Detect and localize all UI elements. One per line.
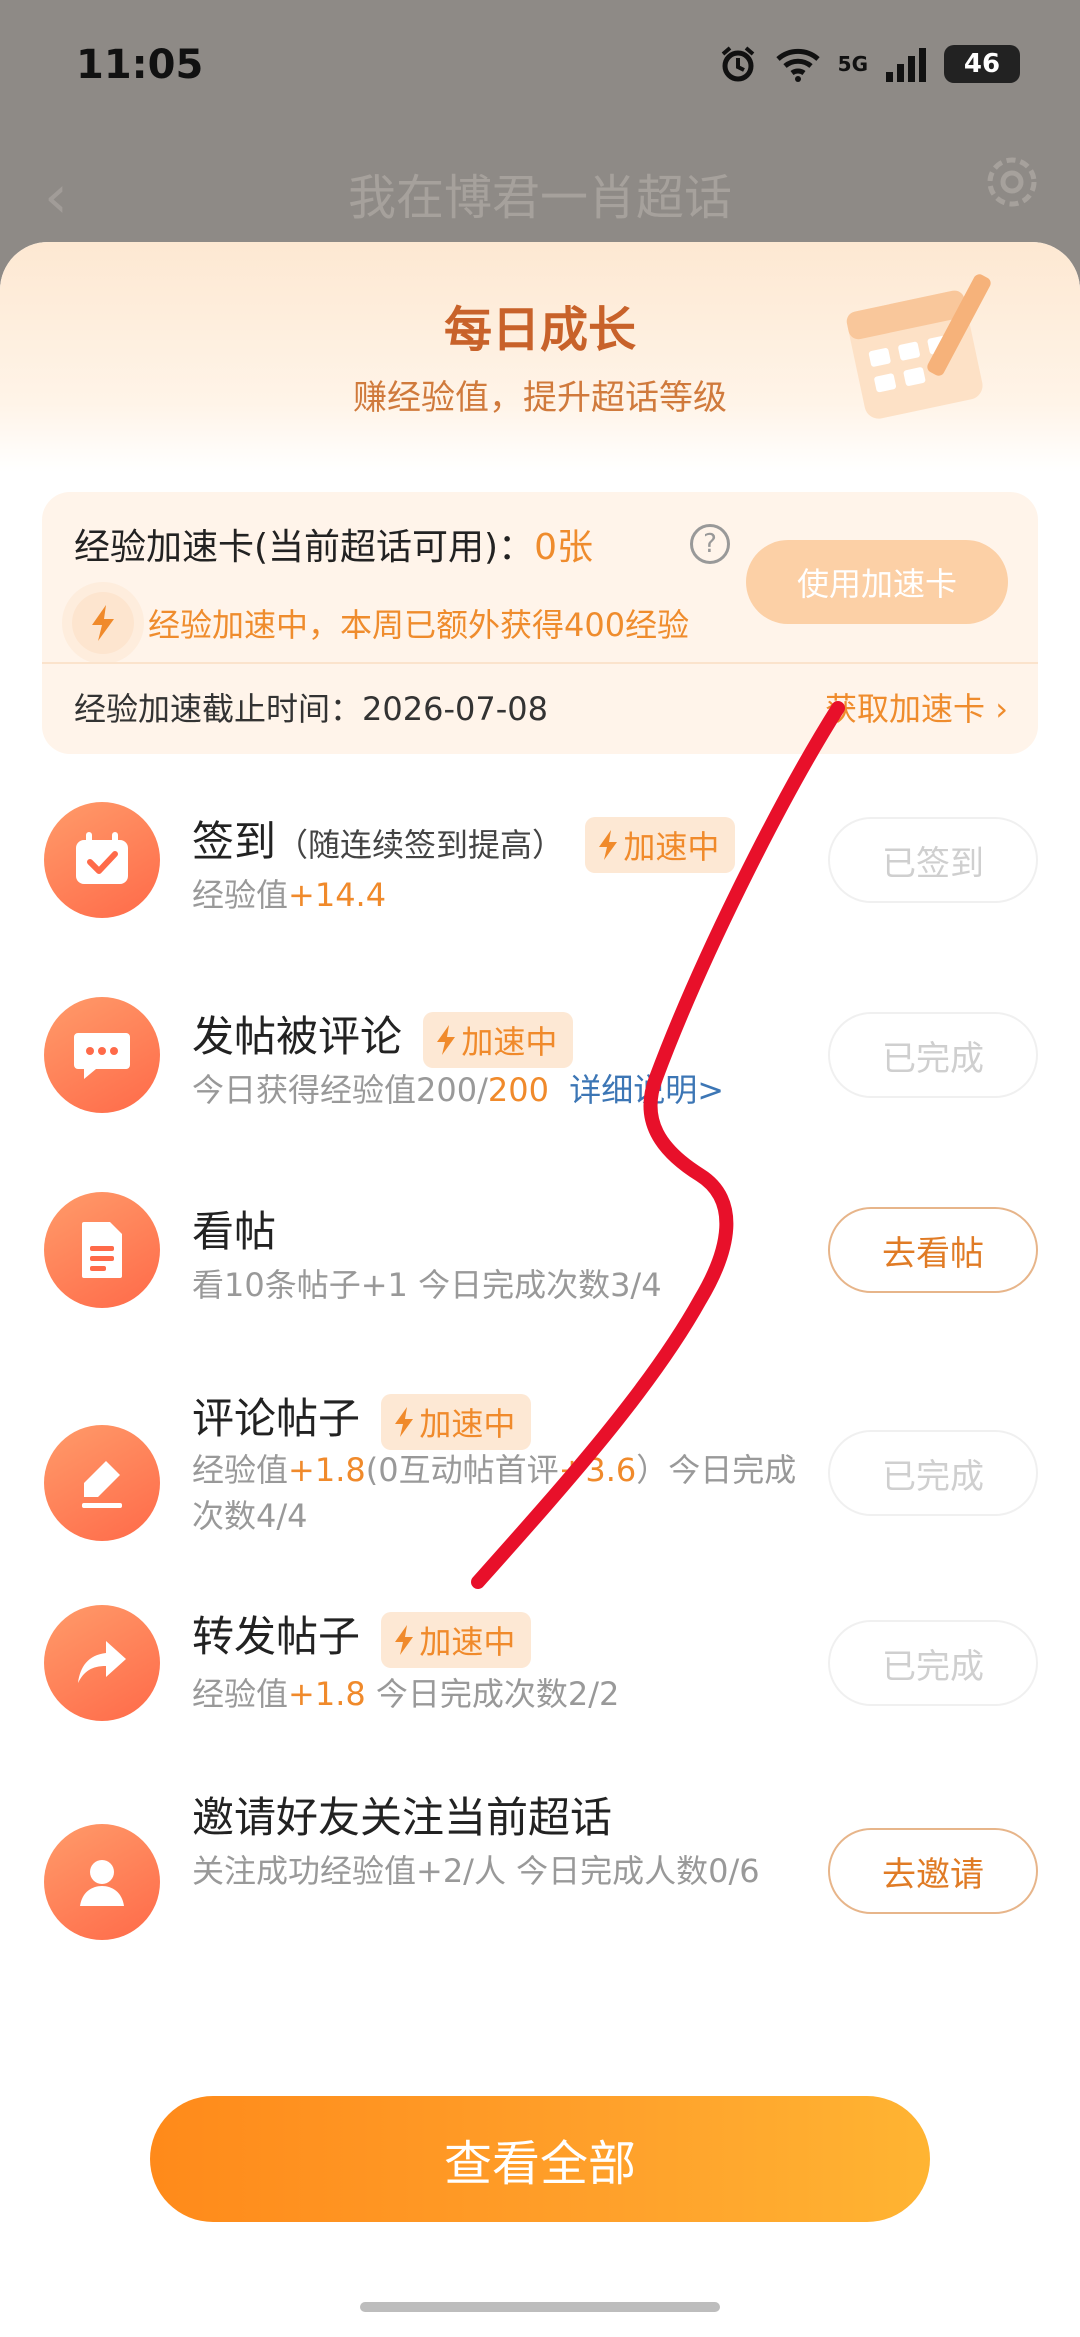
calendar-illustration-icon xyxy=(840,260,1010,434)
status-time: 11:05 xyxy=(76,42,204,88)
background-title: 我在博君一肖超话 xyxy=(347,170,732,226)
completed-button[interactable]: 已完成 xyxy=(828,1012,1038,1098)
speed-card-count: 0张 xyxy=(534,527,593,568)
go-invite-button[interactable]: 去邀请 xyxy=(828,1828,1038,1914)
completed-button[interactable]: 已完成 xyxy=(828,1430,1038,1516)
task-desc-text: 今日获得经验值200/ xyxy=(192,1071,488,1109)
completed-button[interactable]: 已完成 xyxy=(828,1620,1038,1706)
checked-in-button[interactable]: 已签到 xyxy=(828,817,1038,903)
boost-badge-label: 加速中 xyxy=(623,827,720,866)
boost-badge: 加速中 xyxy=(423,1011,574,1068)
task-description: 经验值+14.4 xyxy=(192,872,812,918)
task-exp-value: +14.4 xyxy=(288,876,387,914)
share-arrow-icon xyxy=(44,1605,160,1721)
task-note: （随连续签到提高） xyxy=(276,826,565,864)
alarm-icon xyxy=(718,44,758,84)
task-desc-text: 经验值 xyxy=(192,1675,289,1713)
task-name: 评论帖子 加速中 xyxy=(192,1385,532,1450)
task-exp-value: +3.6 xyxy=(558,1451,637,1489)
boost-badge: 加速中 xyxy=(381,1611,532,1668)
task-desc-text: 经验值 xyxy=(192,1451,289,1489)
boost-badge: 加速中 xyxy=(381,1393,532,1450)
task-desc-text: (0互动帖首评 xyxy=(365,1451,559,1489)
background-header: ‹ 我在博君一肖超话 xyxy=(0,140,1080,250)
boost-badge: 加速中 xyxy=(585,816,736,873)
go-view-posts-button[interactable]: 去看帖 xyxy=(828,1207,1038,1293)
card-divider xyxy=(42,662,1038,664)
details-link[interactable]: 详细说明> xyxy=(569,1071,724,1109)
task-desc-text: 今日完成次数2/2 xyxy=(365,1675,620,1713)
person-icon xyxy=(44,1824,160,1940)
boost-badge-label: 加速中 xyxy=(461,1022,558,1061)
calendar-check-icon xyxy=(44,802,160,918)
speed-card-label: 经验加速卡(当前超话可用)： xyxy=(74,527,535,568)
wifi-icon xyxy=(774,45,822,83)
task-title: 签到 xyxy=(192,817,277,866)
chat-bubble-icon xyxy=(44,997,160,1113)
edit-pen-icon xyxy=(44,1425,160,1541)
status-bar: 11:05 5G 46 xyxy=(0,0,1080,140)
task-name: 转发帖子 加速中 xyxy=(192,1603,532,1668)
network-type: 5G xyxy=(837,52,868,76)
speed-card: 经验加速卡(当前超话可用)：0张 ? 使用加速卡 经验加速中，本周已额外获得40… xyxy=(42,492,1038,754)
get-speed-card-link[interactable]: 获取加速卡 › xyxy=(825,684,1008,730)
task-description: 今日获得经验值200/200 详细说明> xyxy=(192,1067,832,1113)
lightning-icon xyxy=(72,592,134,654)
task-description: 经验值+1.8 今日完成次数2/2 xyxy=(192,1671,812,1717)
boost-status: 经验加速中，本周已额外获得400经验 xyxy=(72,592,689,654)
task-title: 发帖被评论 xyxy=(192,1012,403,1061)
battery-icon: 46 xyxy=(944,45,1020,83)
sheet-header: 每日成长 赚经验值，提升超话等级 xyxy=(0,242,1080,472)
task-description: 经验值+1.8(0互动帖首评+3.6）今日完成次数4/4 xyxy=(192,1447,812,1539)
status-icons: 5G 46 xyxy=(718,44,1020,84)
task-description: 看10条帖子+1 今日完成次数3/4 xyxy=(192,1266,662,1304)
task-name: 发帖被评论 加速中 xyxy=(192,1003,574,1068)
task-title: 转发帖子 xyxy=(192,1612,361,1661)
document-icon xyxy=(44,1192,160,1308)
home-indicator[interactable] xyxy=(360,2302,720,2312)
signal-icon xyxy=(884,46,928,82)
view-all-button[interactable]: 查看全部 xyxy=(150,2096,930,2222)
boost-badge-label: 加速中 xyxy=(419,1404,516,1443)
task-exp-value: +1.8 xyxy=(288,1675,366,1713)
task-name: 签到（随连续签到提高） 加速中 xyxy=(192,808,736,873)
task-description: 关注成功经验值+2/人 今日完成人数0/6 xyxy=(192,1852,760,1890)
task-desc-text: 经验值 xyxy=(192,876,289,914)
help-icon[interactable]: ? xyxy=(690,524,730,564)
use-speed-card-button[interactable]: 使用加速卡 xyxy=(746,540,1008,624)
task-title: 邀请好友关注当前超话 xyxy=(192,1793,613,1842)
speed-card-title: 经验加速卡(当前超话可用)：0张 xyxy=(74,518,593,570)
task-title: 评论帖子 xyxy=(192,1394,361,1443)
task-title: 看帖 xyxy=(192,1207,277,1256)
gear-icon[interactable] xyxy=(980,150,1044,218)
boost-badge-label: 加速中 xyxy=(419,1622,516,1661)
task-exp-value: 200 xyxy=(487,1071,549,1109)
boost-status-text: 经验加速中，本周已额外获得400经验 xyxy=(148,606,690,644)
speed-deadline: 经验加速截止时间：2026-07-08 xyxy=(74,690,548,728)
task-exp-value: +1.8 xyxy=(288,1451,366,1489)
daily-growth-sheet: 每日成长 赚经验值，提升超话等级 经验加速卡(当前超话可用)：0张 ? 使用加速… xyxy=(0,242,1080,2337)
